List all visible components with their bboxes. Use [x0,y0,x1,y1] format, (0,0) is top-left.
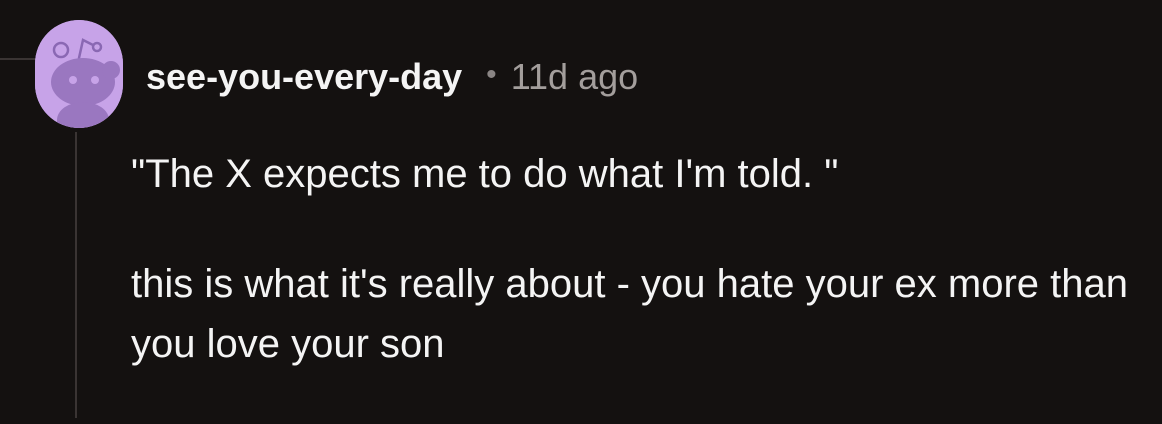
thread-connector-curve [0,0,40,60]
thread-line[interactable] [75,132,77,418]
comment-paragraph: "The X expects me to do what I'm told. " [131,152,839,196]
comment-paragraph: this is what it's really about - you hat… [131,262,1129,366]
comment-timestamp[interactable]: 11d ago [511,56,638,98]
author-username[interactable]: see-you-every-day [146,56,462,98]
comment-body: "The X expects me to do what I'm told. "… [131,144,1141,424]
comment-header: see-you-every-day • 11d ago [146,54,638,100]
separator-dot: • [486,58,497,91]
avatar[interactable] [35,20,123,128]
reddit-snoo-icon [35,20,123,128]
